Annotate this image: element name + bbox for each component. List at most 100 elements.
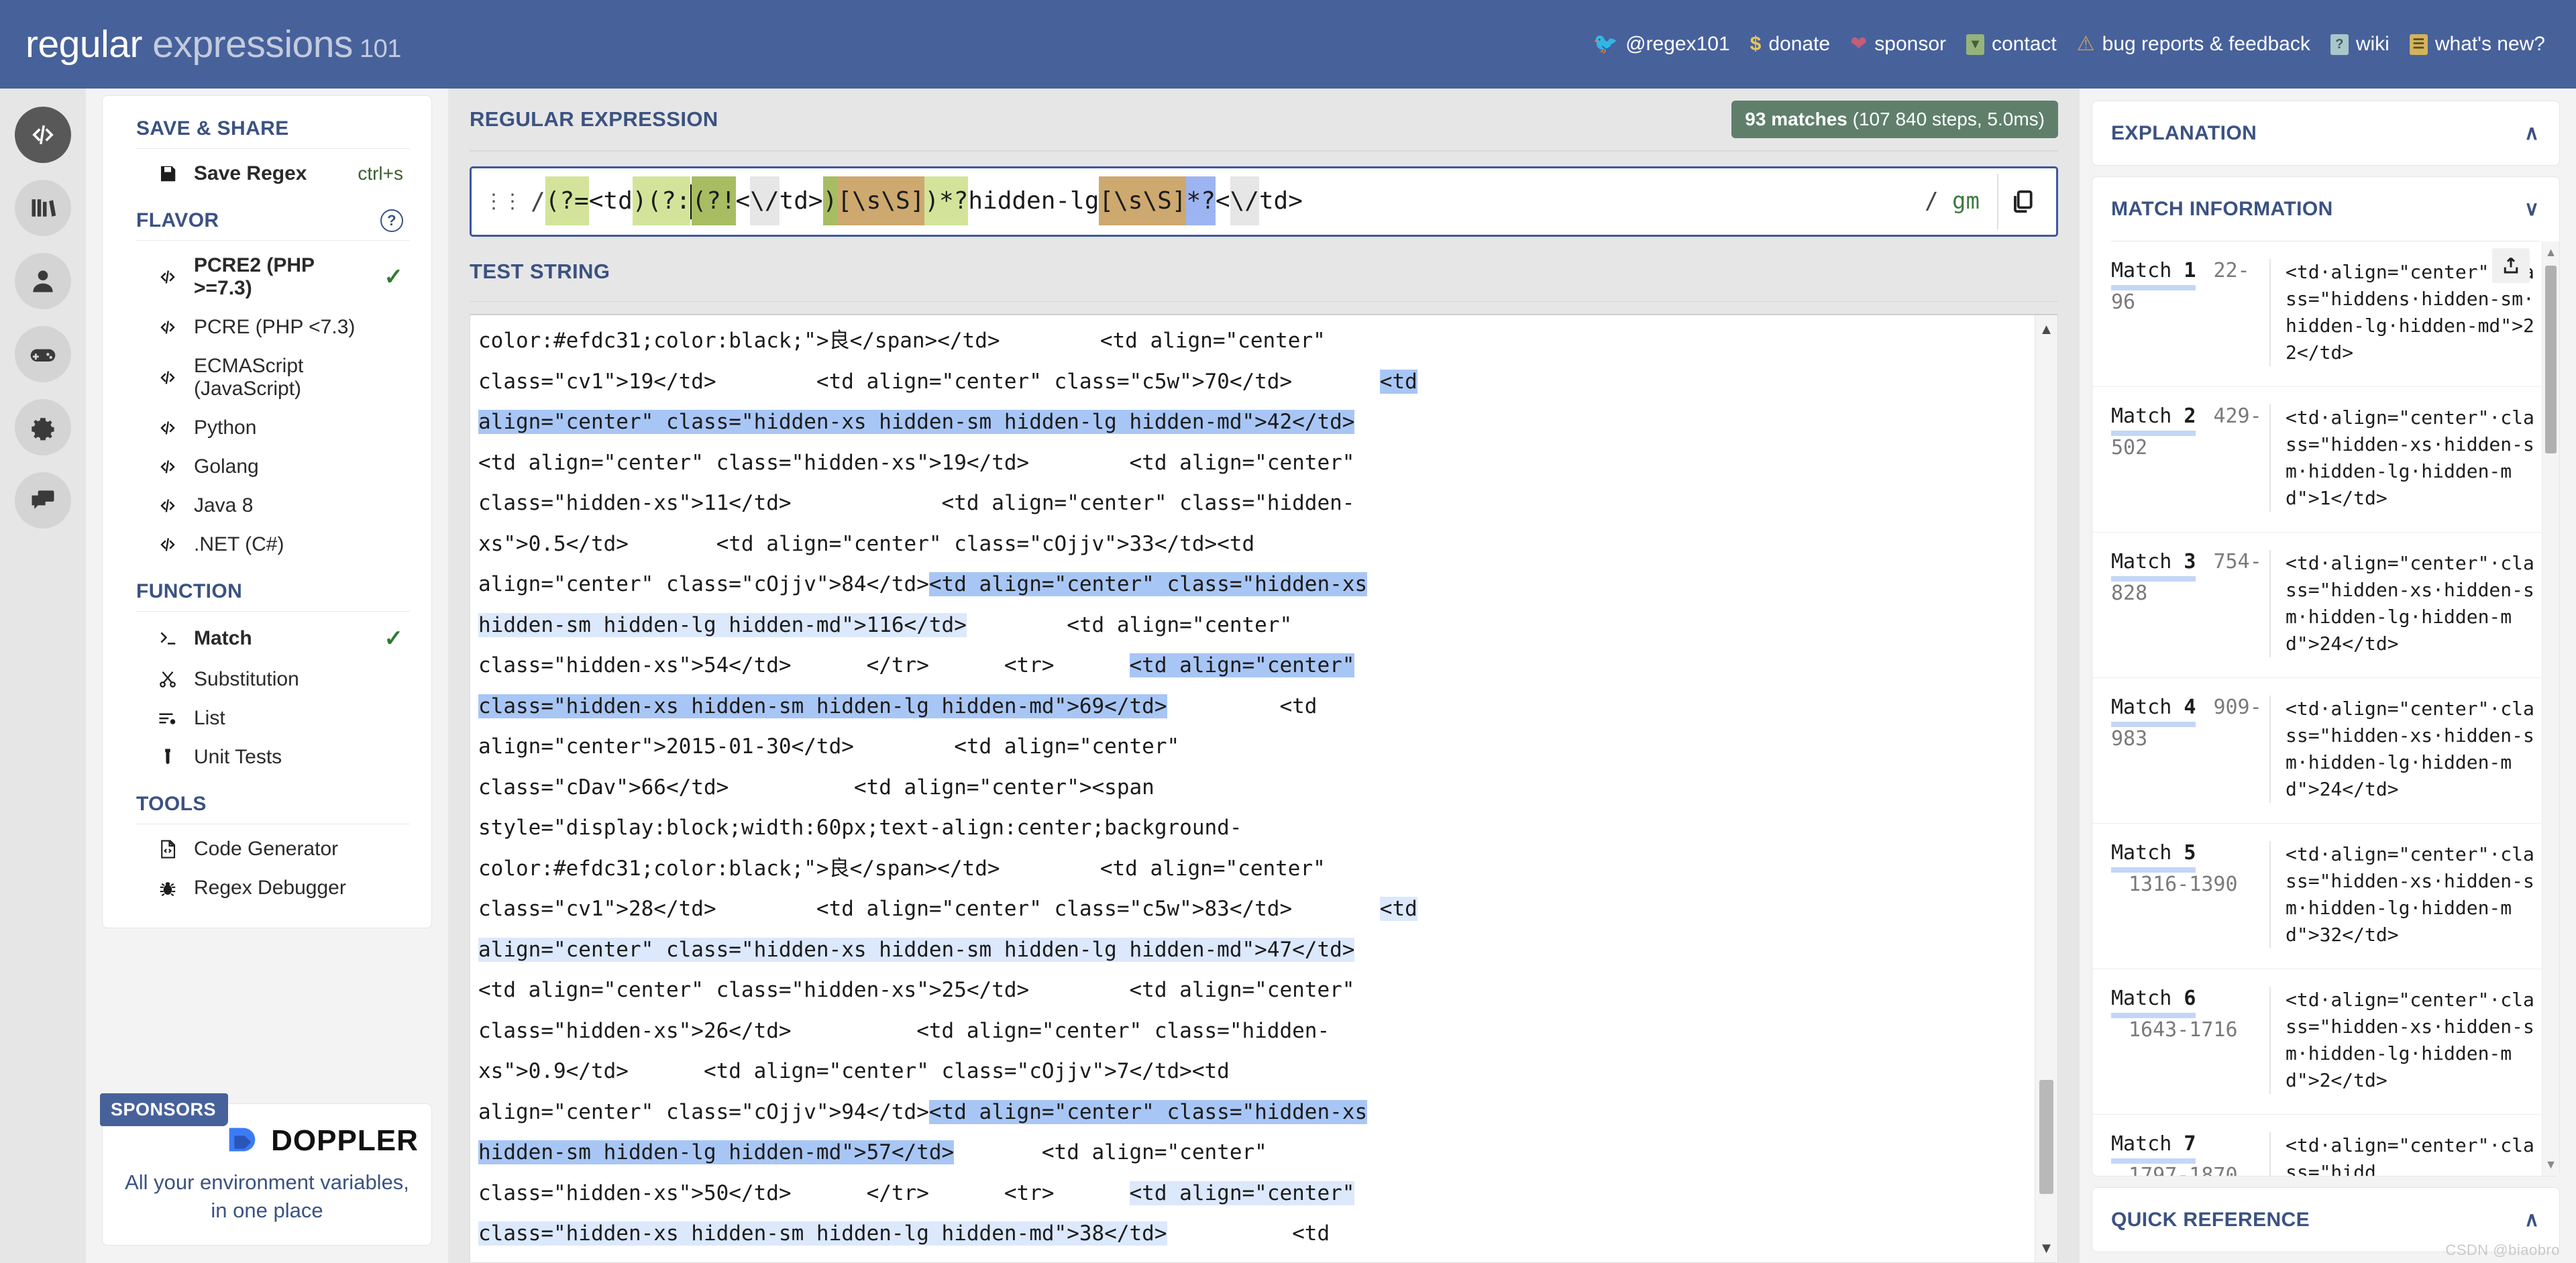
match-highlight: <td align="center" [1129, 1180, 1355, 1205]
regex-token: (?! [692, 176, 736, 226]
match-list-scrollbar[interactable]: ▲ ▼ [2542, 241, 2559, 1176]
regex-input-area[interactable]: ⋮⋮ / (?=<td)(?:(?!<\/td>)[\s\S])*?hidden… [472, 168, 1925, 235]
match-information-card: MATCH INFORMATION ∨ Match 1 22-96 <td·alig… [2092, 176, 2560, 1176]
match-highlight: align="center" class="hidden-xs hidden-s… [478, 410, 1355, 435]
nav-twitter-label: @regex101 [1625, 33, 1730, 55]
nav-wiki[interactable]: ? wiki [2330, 33, 2390, 56]
regex-pattern[interactable]: (?=<td)(?:(?!<\/td>)[\s\S])*?hidden-lg[\… [545, 175, 1303, 227]
regex-token: ) [822, 176, 838, 226]
floppy-icon [156, 164, 179, 184]
save-regex-label: Save Regex [194, 162, 307, 184]
rail-item-code[interactable] [15, 107, 71, 163]
scrollbar-thumb[interactable] [2039, 1080, 2053, 1195]
test-string-area[interactable]: color:#efdc31;color:black;">良</span></td… [470, 314, 2058, 1263]
copy-match-button[interactable] [2492, 248, 2530, 283]
test-string-line: align="center" class="hidden-xs hidden-s… [478, 402, 2025, 443]
function-item-substitution[interactable]: Substitution [121, 660, 413, 699]
sponsor-logo: DOPPLER [223, 1121, 418, 1160]
nav-donate[interactable]: $ donate [1750, 33, 1830, 56]
text-segment: align="center">2015-01-30</td> <td align… [478, 734, 1180, 759]
question-icon[interactable]: ? [380, 209, 403, 232]
function-item-match[interactable]: Match ✓ [121, 617, 413, 660]
save-share-heading: SAVE & SHARE [121, 112, 413, 148]
dollar-icon: $ [1750, 33, 1762, 55]
flavor-heading: FLAVOR ? [121, 193, 413, 240]
match-row[interactable]: Match 1 22-96 <td·align="center"·class="hi… [2092, 241, 2542, 387]
regex-flags[interactable]: / gm [1925, 188, 1997, 215]
chevron-up-icon[interactable]: ∧ [2524, 1208, 2539, 1231]
tool-item-regex-debugger[interactable]: Regex Debugger [121, 869, 413, 908]
regex-token: \/ [1230, 176, 1259, 226]
copy-regex-button[interactable] [1998, 188, 2047, 214]
gear-icon [32, 418, 54, 441]
code-icon [156, 418, 179, 438]
tool-item-code-generator[interactable]: Code Generator [121, 830, 413, 869]
file-code-icon [156, 839, 179, 859]
flavor-item-dotnet[interactable]: .NET (C#) [121, 525, 413, 564]
gamepad-icon [30, 349, 56, 362]
nav-wiki-label: wiki [2355, 33, 2390, 55]
function-item-list[interactable]: List [121, 699, 413, 738]
news-icon: ☰ [2409, 34, 2428, 55]
menu-save-regex[interactable]: Save Regex ctrl+s [121, 154, 413, 193]
match-information-header[interactable]: MATCH INFORMATION ∨ [2092, 177, 2559, 241]
match-row[interactable]: Match 3 754-828 <td·align="center"·class="… [2092, 533, 2542, 678]
rail-item-settings[interactable] [15, 399, 71, 455]
rail-item-playground[interactable] [15, 326, 71, 382]
watermark: CSDN @biaobro [2445, 1242, 2560, 1258]
chevron-down-icon[interactable]: ∨ [2524, 197, 2539, 221]
scroll-down-icon[interactable]: ▼ [2542, 1156, 2559, 1173]
explanation-card: EXPLANATION ∧ [2092, 101, 2560, 166]
scrollbar-thumb[interactable] [2545, 265, 2557, 453]
regex-token: [\s\S] [1099, 176, 1187, 226]
nav-sponsor[interactable]: ❤ sponsor [1850, 33, 1946, 56]
scroll-up-icon[interactable]: ▲ [2542, 244, 2559, 262]
match-highlight: align="center" class="hidden-xs hidden-s… [478, 937, 1355, 962]
flavor-item-java8[interactable]: Java 8 [121, 486, 413, 525]
flavor-item-golang[interactable]: Golang [121, 447, 413, 486]
regex-token: (?: [647, 176, 691, 226]
nav-whatsnew[interactable]: ☰ what's new? [2409, 33, 2545, 56]
match-row[interactable]: Match 4 909-983 <td·align="center"·class="… [2092, 678, 2542, 824]
test-string-line: color:#efdc31;color:black;">良</span></td… [478, 321, 2025, 362]
test-string-line: align="center">2015-01-30</td> <td align… [478, 726, 2025, 767]
sponsor-tagline: All your environment variables, in one p… [125, 1170, 409, 1223]
test-string-content[interactable]: color:#efdc31;color:black;">良</span></td… [470, 315, 2035, 1262]
regex-token: hidden-lg [968, 187, 1099, 215]
match-row[interactable]: Match 51316-1390 <td·align="center"·class… [2092, 824, 2542, 969]
flavor-item-ecmascript[interactable]: ECMAScript (JavaScript) [121, 347, 413, 408]
drag-handle-icon[interactable]: ⋮⋮ [484, 190, 523, 213]
scroll-down-icon[interactable]: ▼ [2035, 1238, 2057, 1258]
explanation-header[interactable]: EXPLANATION ∧ [2092, 101, 2559, 165]
rail-item-community[interactable] [15, 472, 71, 529]
test-string-line: color:#efdc31;color:black;">良</span></td… [478, 848, 2025, 889]
regex-token: ) [632, 176, 647, 226]
rail-item-library[interactable] [15, 180, 71, 236]
chevron-up-icon[interactable]: ∧ [2524, 121, 2539, 145]
match-row[interactable]: Match 61643-1716 <td·align="center"·class… [2092, 969, 2542, 1115]
test-string-line: class="hidden-xs hidden-sm hidden-lg hid… [478, 1213, 2025, 1254]
test-string-line: align="center">2015-01-31</td> <td align… [478, 1254, 2025, 1263]
function-item-unit-tests[interactable]: Unit Tests [121, 738, 413, 777]
match-label-cell: Match 4 909-983 [2102, 696, 2269, 751]
sponsor-card[interactable]: SPONSORS DOPPLER All your environment va… [100, 1093, 432, 1246]
test-string-scrollbar[interactable]: ▲ ▼ [2035, 315, 2057, 1262]
rail-item-account[interactable] [15, 253, 71, 309]
nav-bugreports[interactable]: ⚠ bug reports & feedback [2077, 33, 2310, 56]
nav-contact[interactable]: ▼ contact [1966, 33, 2057, 56]
test-string-line: hidden-sm hidden-lg hidden-md">116</td> … [478, 605, 2025, 646]
text-segment: class="cv1">28</td> <td align="center" c… [478, 897, 1380, 922]
flavor-item-python[interactable]: Python [121, 408, 413, 447]
nav-twitter[interactable]: 🐦 @regex101 [1593, 33, 1730, 56]
flavor-item-pcre[interactable]: PCRE (PHP <7.3) [121, 308, 413, 347]
flavor-label: PCRE2 (PHP >=7.3) [194, 254, 315, 299]
site-logo[interactable]: regular expressions 101 [25, 22, 401, 66]
flavor-item-pcre2[interactable]: PCRE2 (PHP >=7.3) ✓ [121, 246, 413, 308]
match-row[interactable]: Match 71797-1870 <td·align="center"·class… [2092, 1115, 2542, 1176]
match-list[interactable]: Match 1 22-96 <td·align="center"·class="hi… [2092, 241, 2559, 1176]
match-row[interactable]: Match 2 429-502 <td·align="center"·class="… [2092, 387, 2542, 533]
regex-input-box[interactable]: ⋮⋮ / (?=<td)(?:(?!<\/td>)[\s\S])*?hidden… [470, 166, 2058, 237]
testtube-icon [156, 747, 179, 767]
test-string-line: class="hidden-xs hidden-sm hidden-lg hid… [478, 686, 2025, 727]
scroll-up-icon[interactable]: ▲ [2035, 319, 2057, 339]
